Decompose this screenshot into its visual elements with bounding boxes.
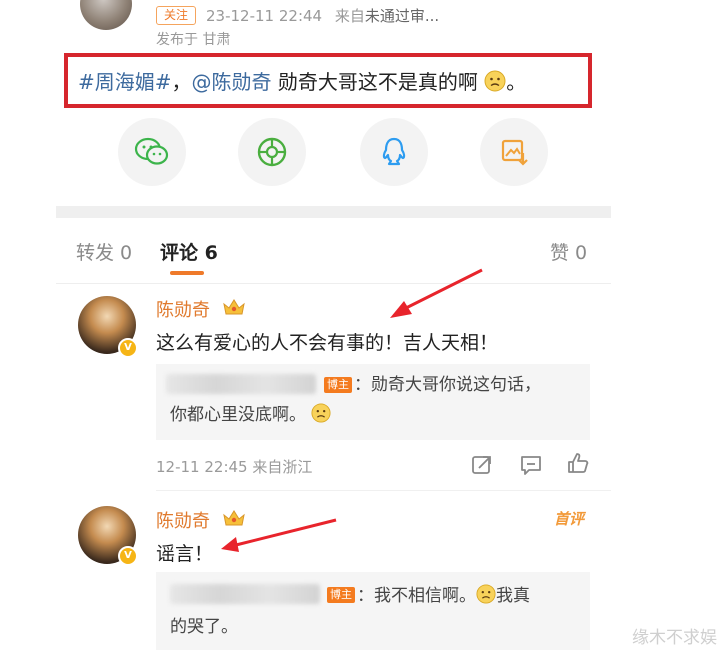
- annotation-arrow: [221, 518, 337, 552]
- annotation-arrows: [221, 268, 483, 552]
- watermark: 缘木不求娱: [632, 628, 717, 648]
- annotation-arrow: [390, 268, 483, 318]
